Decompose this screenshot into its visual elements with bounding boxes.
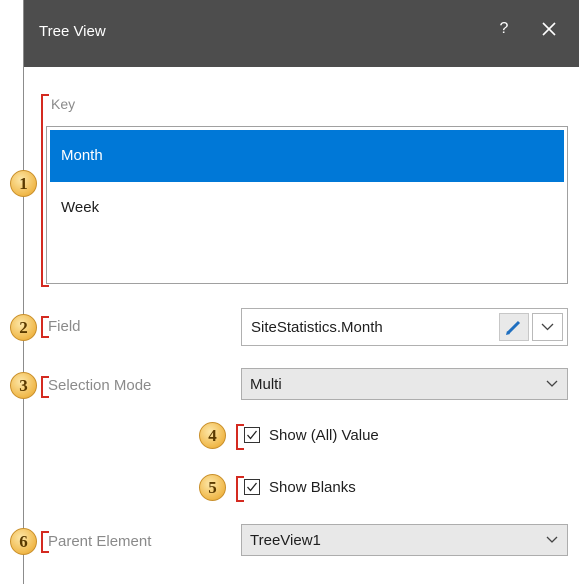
callout-badge-1: 1	[10, 170, 37, 197]
help-button[interactable]: ?	[494, 20, 514, 38]
callout-badge-5: 5	[199, 474, 226, 501]
parent-element-label: Parent Element	[48, 533, 152, 550]
parent-element-combobox[interactable]: TreeView1	[241, 524, 568, 556]
chevron-down-icon	[541, 323, 554, 331]
chevron-down-icon	[546, 380, 558, 387]
field-dropdown-button[interactable]	[532, 313, 563, 341]
close-button[interactable]	[538, 18, 560, 40]
checkmark-icon	[247, 430, 258, 440]
show-blanks-label: Show Blanks	[269, 479, 356, 496]
field-selector[interactable]: SiteStatistics.Month	[241, 308, 568, 346]
callout-badge-4: 4	[199, 422, 226, 449]
checkmark-icon	[247, 482, 258, 492]
pencil-icon	[506, 320, 521, 335]
selection-mode-value: Multi	[250, 376, 282, 393]
selection-mode-combobox[interactable]: Multi	[241, 368, 568, 400]
title-bar: Tree View ?	[24, 0, 579, 67]
key-label: Key	[51, 96, 76, 112]
parent-element-value: TreeView1	[250, 532, 321, 549]
left-border-line	[23, 0, 24, 584]
show-all-value-label: Show (All) Value	[269, 427, 379, 444]
show-blanks-checkbox[interactable]	[244, 479, 260, 495]
show-all-value-checkbox-row[interactable]: Show (All) Value	[244, 425, 444, 447]
close-icon	[542, 22, 556, 36]
callout-badge-6: 6	[10, 528, 37, 555]
show-blanks-checkbox-row[interactable]: Show Blanks	[244, 477, 404, 499]
show-all-value-checkbox[interactable]	[244, 427, 260, 443]
window-title: Tree View	[39, 23, 106, 40]
selection-mode-label: Selection Mode	[48, 377, 152, 394]
callout-badge-3: 3	[10, 372, 37, 399]
chevron-down-icon	[546, 536, 558, 543]
list-item-week[interactable]: Week	[50, 182, 564, 234]
key-listbox[interactable]: Month Week	[46, 126, 568, 284]
field-value: SiteStatistics.Month	[251, 319, 383, 336]
edit-field-button[interactable]	[499, 313, 529, 341]
callout-badge-2: 2	[10, 314, 37, 341]
field-label: Field	[48, 318, 81, 335]
callout-bracket-4	[236, 424, 244, 450]
list-item-month[interactable]: Month	[50, 130, 564, 182]
callout-bracket-5	[236, 476, 244, 502]
